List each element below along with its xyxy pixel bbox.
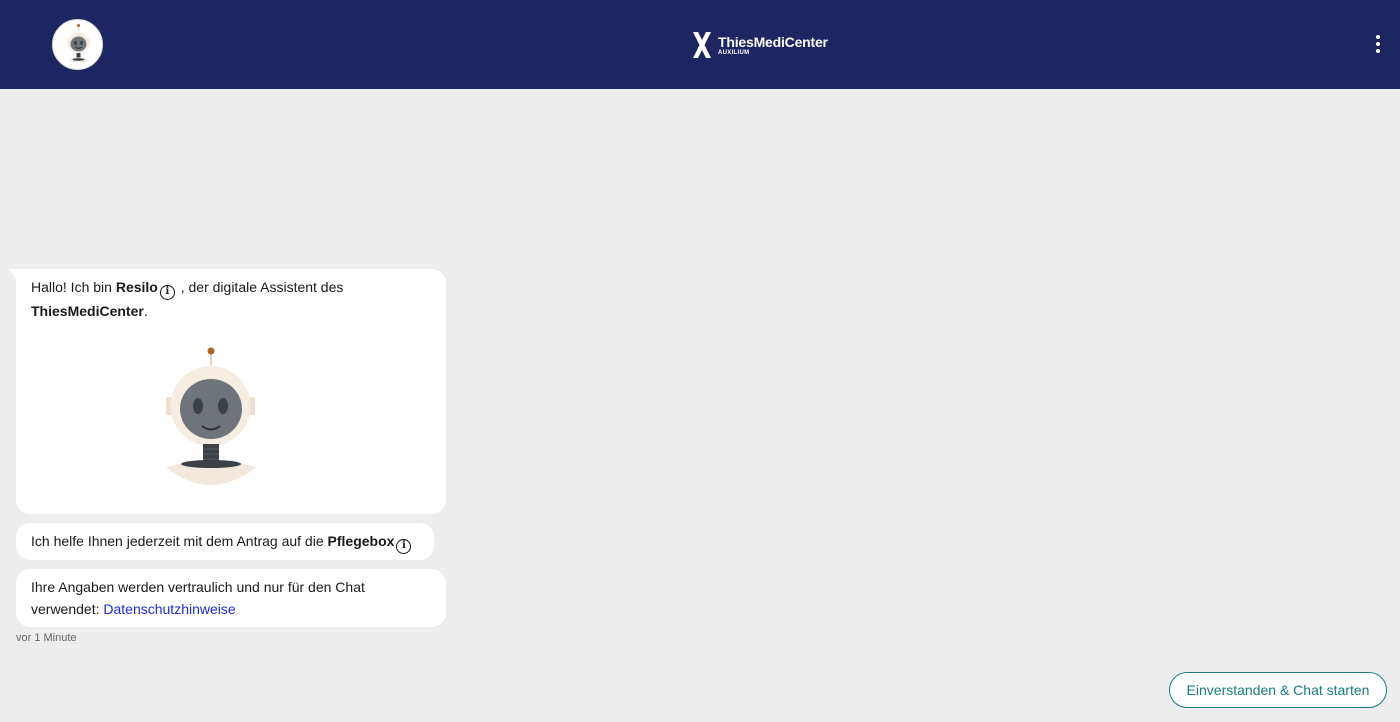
- privacy-link[interactable]: Datenschutzhinweise: [103, 601, 235, 617]
- chat-message-privacy: Ihre Angaben werden vertraulich und nur …: [16, 569, 446, 627]
- assistant-name: Resilo: [115, 279, 158, 295]
- chat-message-greeting: Hallo! Ich bin Resilo i , der digitale As…: [16, 269, 446, 514]
- product-name: Pflegebox: [327, 533, 395, 549]
- brand-name: ThiesMediCenter: [718, 33, 828, 50]
- message-timestamp: vor 1 Minute: [16, 632, 77, 644]
- app-header: ThiesMediCenter AUXILIUM: [0, 0, 1400, 89]
- brand-logo: ThiesMediCenter AUXILIUM: [690, 29, 828, 61]
- robot-illustration: [164, 343, 264, 488]
- robot-avatar-icon[interactable]: [52, 19, 103, 70]
- greeting-text: Hallo! Ich bin Resilo i , der digitale As…: [31, 279, 344, 319]
- info-icon[interactable]: i: [159, 285, 175, 300]
- company-name: ThiesMediCenter: [31, 303, 144, 319]
- kebab-menu-icon[interactable]: [1368, 32, 1388, 56]
- start-chat-button[interactable]: Einverstanden & Chat starten: [1169, 672, 1387, 708]
- brand-x-icon: [693, 32, 711, 58]
- info-icon[interactable]: i: [396, 539, 412, 554]
- chat-message-help: Ich helfe Ihnen jederzeit mit dem Antrag…: [16, 523, 434, 560]
- brand-subtitle: AUXILIUM: [718, 49, 750, 56]
